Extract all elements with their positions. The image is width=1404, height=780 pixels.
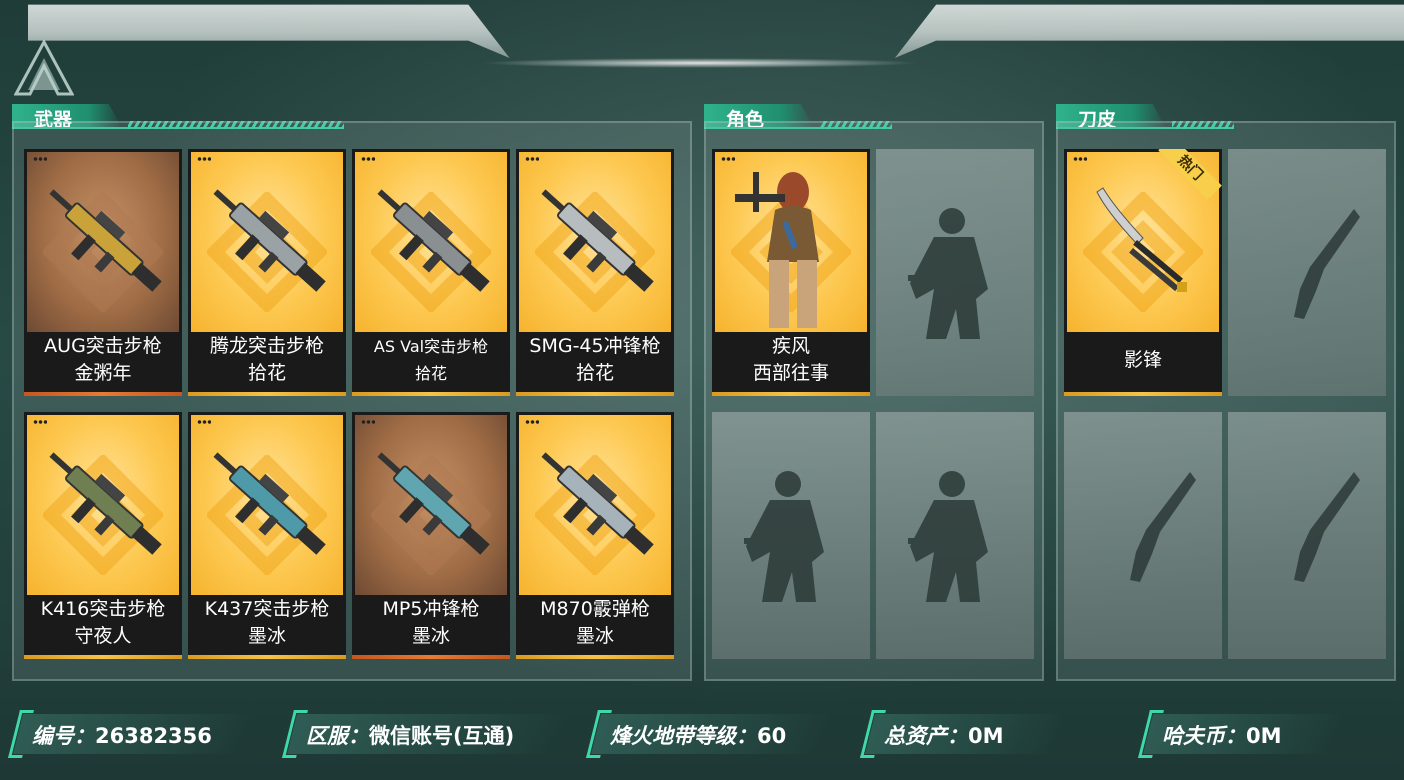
empty-knife-slot[interactable] [1064, 412, 1222, 659]
info-label: 编号： [32, 724, 95, 748]
game-logo-icon [14, 40, 74, 96]
empty-character-slot[interactable] [876, 149, 1034, 396]
item-skin: 墨冰 [411, 625, 450, 647]
card-label: SMG-45冲锋枪 拾花 [516, 333, 674, 389]
rifle-icon [541, 189, 654, 292]
card-label: AUG突击步枪 金粥年 [24, 333, 182, 389]
info-server: 区服：微信账号(互通) [282, 710, 568, 758]
rarity-bar [712, 392, 870, 396]
empty-knife-slot[interactable] [1228, 149, 1386, 396]
card-label: M870霰弹枪 墨冰 [516, 596, 674, 652]
rarity-bar [352, 655, 510, 659]
character-card[interactable]: 疾风 西部往事 [712, 149, 870, 396]
empty-character-slot[interactable] [876, 412, 1034, 659]
weapon-card[interactable]: AUG突击步枪 金粥年 [24, 149, 182, 396]
empty-knife-slot[interactable] [1228, 412, 1386, 659]
item-name: MP5冲锋枪 [382, 598, 480, 620]
item-name: M870霰弹枪 [540, 598, 650, 620]
item-skin: 墨冰 [247, 625, 286, 647]
rifle-icon [49, 452, 162, 555]
card-label: AS Val突击步枪 拾花 [352, 333, 510, 389]
knife-card[interactable]: 热门 影锋 [1064, 149, 1222, 396]
item-skin: 拾花 [575, 362, 614, 384]
empty-character-slot[interactable] [712, 412, 870, 659]
info-assets: 总资产：0M [860, 710, 1066, 758]
top-frame-glow [480, 58, 920, 68]
rarity-bar [516, 655, 674, 659]
info-label: 总资产： [884, 724, 968, 748]
rifle-icon [377, 189, 490, 292]
weapon-card[interactable]: M870霰弹枪 墨冰 [516, 412, 674, 659]
knife-silhouette-icon [1294, 472, 1360, 582]
rarity-bar [188, 655, 346, 659]
card-label: 疾风 西部往事 [712, 333, 870, 389]
info-label: 烽火地带等级： [610, 724, 757, 748]
item-skin: 拾花 [247, 362, 286, 384]
item-skin: 金粥年 [74, 362, 132, 384]
weapon-card[interactable]: 腾龙突击步枪 拾花 [188, 149, 346, 396]
weapon-card[interactable]: MP5冲锋枪 墨冰 [352, 412, 510, 659]
info-value: 26382356 [95, 724, 212, 748]
rarity-bar [516, 392, 674, 396]
item-name: AS Val突击步枪 [373, 337, 489, 356]
soldier-silhouette-icon [908, 471, 988, 602]
weapon-card[interactable]: K437突击步枪 墨冰 [188, 412, 346, 659]
info-id: 编号：26382356 [8, 710, 254, 758]
info-label: 区服： [306, 724, 369, 748]
item-name: 疾风 [771, 335, 810, 357]
soldier-silhouette-icon [744, 471, 824, 602]
item-skin: 墨冰 [575, 625, 614, 647]
item-skin: 西部往事 [752, 362, 829, 384]
knife-silhouette-icon [1294, 209, 1360, 319]
item-skin: 守夜人 [74, 625, 132, 647]
item-name: AUG突击步枪 [44, 335, 162, 357]
card-label: K437突击步枪 墨冰 [188, 596, 346, 652]
item-name: K416突击步枪 [40, 598, 166, 620]
info-value: 0M [1246, 724, 1282, 748]
item-name: 影锋 [1123, 349, 1162, 371]
info-value: 0M [968, 724, 1004, 748]
card-label: 腾龙突击步枪 拾花 [188, 333, 346, 389]
knife-silhouette-icon [1130, 472, 1196, 582]
item-name: 腾龙突击步枪 [209, 335, 324, 357]
rifle-icon [377, 452, 490, 555]
item-skin: 拾花 [414, 364, 447, 383]
character-figure-icon [735, 172, 819, 328]
rarity-bar [24, 655, 182, 659]
card-label: 影锋 [1064, 347, 1222, 396]
card-label: MP5冲锋枪 墨冰 [352, 596, 510, 652]
top-frame [28, 4, 1404, 58]
rarity-bar [24, 392, 182, 396]
info-label: 哈夫币： [1162, 724, 1246, 748]
item-name: K437突击步枪 [204, 598, 330, 620]
rifle-icon [213, 189, 326, 292]
rarity-bar [1064, 392, 1222, 396]
rarity-bar [188, 392, 346, 396]
info-coins: 哈夫币：0M [1138, 710, 1344, 758]
weapon-card[interactable]: SMG-45冲锋枪 拾花 [516, 149, 674, 396]
info-level: 烽火地带等级：60 [586, 710, 832, 758]
rarity-bar [352, 392, 510, 396]
info-value: 微信账号(互通) [369, 724, 515, 748]
rifle-icon [213, 452, 326, 555]
info-value: 60 [757, 724, 787, 748]
rifle-icon [49, 189, 162, 292]
rifle-icon [541, 452, 654, 555]
card-label: K416突击步枪 守夜人 [24, 596, 182, 652]
soldier-silhouette-icon [908, 208, 988, 339]
weapon-card[interactable]: AS Val突击步枪 拾花 [352, 149, 510, 396]
item-name: SMG-45冲锋枪 [529, 335, 661, 357]
weapon-card[interactable]: K416突击步枪 守夜人 [24, 412, 182, 659]
